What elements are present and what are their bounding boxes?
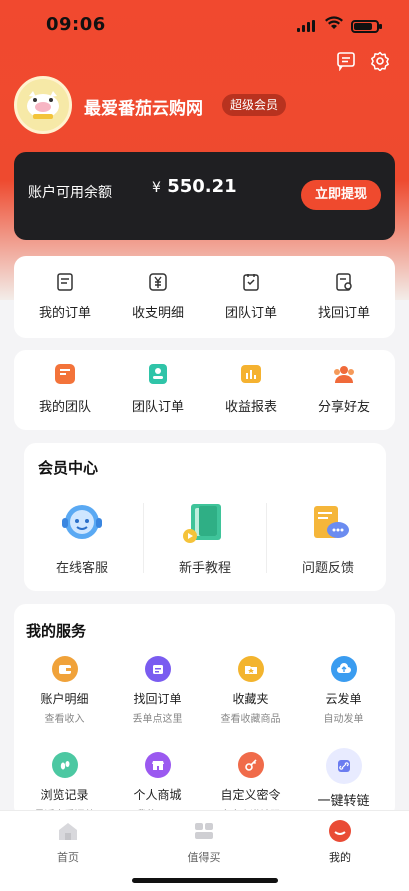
service-cloud-post[interactable]: 云发单 自动发单 bbox=[297, 656, 390, 752]
member-item-feedback[interactable]: 问题反馈 bbox=[273, 497, 383, 576]
check-icon bbox=[243, 274, 259, 291]
service-sub: 自动发单 bbox=[323, 714, 364, 725]
orders-item-label: 找回订单 bbox=[317, 306, 370, 321]
orders-item-find-orders[interactable]: 找回订单 bbox=[299, 256, 389, 321]
orders-item-my-orders[interactable]: 我的订单 bbox=[20, 256, 110, 321]
tutorial-icon bbox=[173, 497, 237, 549]
team-item-my-team[interactable]: 我的团队 bbox=[20, 350, 110, 415]
share-icon bbox=[334, 366, 354, 383]
service-label: 个人商城 bbox=[133, 788, 182, 802]
tab-label: 首页 bbox=[57, 851, 79, 864]
orders-card: 我的订单 收支明细 团队订单 找回订单 bbox=[14, 256, 395, 338]
cloud-icon bbox=[330, 656, 357, 682]
report-icon bbox=[241, 365, 261, 383]
services-title: 我的服务 bbox=[26, 622, 87, 640]
withdraw-button[interactable]: 立即提现 bbox=[300, 180, 381, 210]
cellular-signal-icon bbox=[297, 20, 317, 32]
service-label: 账户明细 bbox=[40, 692, 89, 706]
folder-icon bbox=[237, 656, 264, 682]
me-icon bbox=[329, 820, 351, 842]
balance-amount: ¥ 550.21 bbox=[152, 176, 237, 197]
team-item-label: 团队订单 bbox=[131, 400, 184, 415]
yuan-icon bbox=[149, 273, 167, 291]
member-center-card: 会员中心 在线客服 新手教程 问题反馈 bbox=[24, 443, 386, 591]
footprint-icon bbox=[51, 752, 78, 778]
balance-value: 550.21 bbox=[167, 176, 237, 197]
orders-item-label: 我的订单 bbox=[38, 306, 91, 321]
balance-label: 账户可用余额 bbox=[28, 185, 112, 201]
service-label: 浏览记录 bbox=[40, 788, 89, 802]
service-find-orders[interactable]: 找回订单 丢单点这里 bbox=[111, 656, 204, 752]
tab-home[interactable]: 首页 bbox=[38, 819, 98, 865]
member-item-label: 新手教程 bbox=[178, 561, 231, 576]
home-indicator bbox=[132, 878, 278, 883]
service-label: 收藏夹 bbox=[232, 692, 269, 706]
profile-header: 最爱番茄云购网 超级会员 bbox=[14, 76, 394, 136]
list-icon bbox=[57, 273, 73, 291]
wifi-icon bbox=[325, 16, 343, 34]
service-label: 云发单 bbox=[325, 692, 362, 706]
divider bbox=[143, 503, 144, 573]
service-label: 一键转链 bbox=[317, 794, 370, 809]
service-sub: 查看收藏商品 bbox=[220, 714, 281, 725]
avatar[interactable] bbox=[14, 76, 72, 134]
feedback-icon bbox=[296, 497, 360, 549]
key-icon bbox=[237, 752, 264, 778]
customer-service-icon bbox=[50, 497, 114, 549]
divider bbox=[266, 503, 267, 573]
orders-item-label: 团队订单 bbox=[224, 306, 277, 321]
service-label: 找回订单 bbox=[133, 692, 182, 706]
tab-label: 我的 bbox=[329, 851, 351, 864]
member-badge: 超级会员 bbox=[222, 94, 287, 116]
service-label: 自定义密令 bbox=[220, 788, 281, 802]
calendar-icon bbox=[144, 656, 171, 682]
team-card: 我的团队 团队订单 收益报表 分享好友 bbox=[14, 350, 395, 430]
tab-me[interactable]: 我的 bbox=[310, 819, 370, 865]
tab-worth-buying[interactable]: 值得买 bbox=[174, 819, 234, 865]
team-item-team-orders[interactable]: 团队订单 bbox=[113, 350, 203, 415]
store-icon bbox=[144, 752, 171, 778]
username: 最爱番茄云购网 bbox=[84, 99, 203, 119]
service-account-detail[interactable]: 账户明细 查看收入 bbox=[18, 656, 111, 752]
header-background bbox=[0, 0, 409, 300]
service-sub: 查看收入 bbox=[44, 714, 85, 725]
services-card: 我的服务 账户明细 查看收入 找回订单 丢单点这里 收藏夹 查看收藏商品 云发单… bbox=[14, 604, 395, 821]
orders-item-label: 收支明细 bbox=[131, 306, 184, 321]
team-item-label: 收益报表 bbox=[224, 400, 277, 415]
message-icon[interactable] bbox=[335, 50, 357, 72]
team-item-earnings-report[interactable]: 收益报表 bbox=[206, 350, 296, 415]
battery-icon bbox=[351, 20, 382, 33]
link-icon bbox=[325, 748, 362, 784]
team-icon bbox=[55, 364, 75, 384]
settings-gear-icon[interactable] bbox=[369, 50, 391, 72]
member-item-tutorial[interactable]: 新手教程 bbox=[150, 497, 260, 576]
service-sub: 丢单点这里 bbox=[132, 714, 183, 725]
service-favorites[interactable]: 收藏夹 查看收藏商品 bbox=[204, 656, 297, 752]
currency-symbol: ¥ bbox=[152, 180, 161, 196]
worth-icon bbox=[195, 823, 213, 839]
header-actions bbox=[335, 50, 391, 72]
member-item-customer-service[interactable]: 在线客服 bbox=[27, 497, 137, 576]
team-item-label: 分享好友 bbox=[317, 400, 370, 415]
status-time: 09:06 bbox=[46, 14, 106, 35]
team-item-share-friends[interactable]: 分享好友 bbox=[299, 350, 389, 415]
home-icon bbox=[59, 823, 77, 840]
balance-card: 账户可用余额 ¥ 550.21 立即提现 bbox=[14, 152, 395, 240]
status-bar: 09:06 bbox=[0, 14, 409, 38]
tab-label: 值得买 bbox=[187, 851, 221, 864]
wallet-icon bbox=[51, 656, 78, 682]
orders-item-team-orders[interactable]: 团队订单 bbox=[206, 256, 296, 321]
find-icon bbox=[336, 273, 352, 291]
team-item-label: 我的团队 bbox=[38, 400, 91, 415]
team-order-icon bbox=[149, 364, 167, 384]
orders-item-income-detail[interactable]: 收支明细 bbox=[113, 256, 203, 321]
member-item-label: 在线客服 bbox=[55, 561, 108, 576]
member-item-label: 问题反馈 bbox=[301, 561, 354, 576]
member-center-title: 会员中心 bbox=[38, 459, 99, 477]
